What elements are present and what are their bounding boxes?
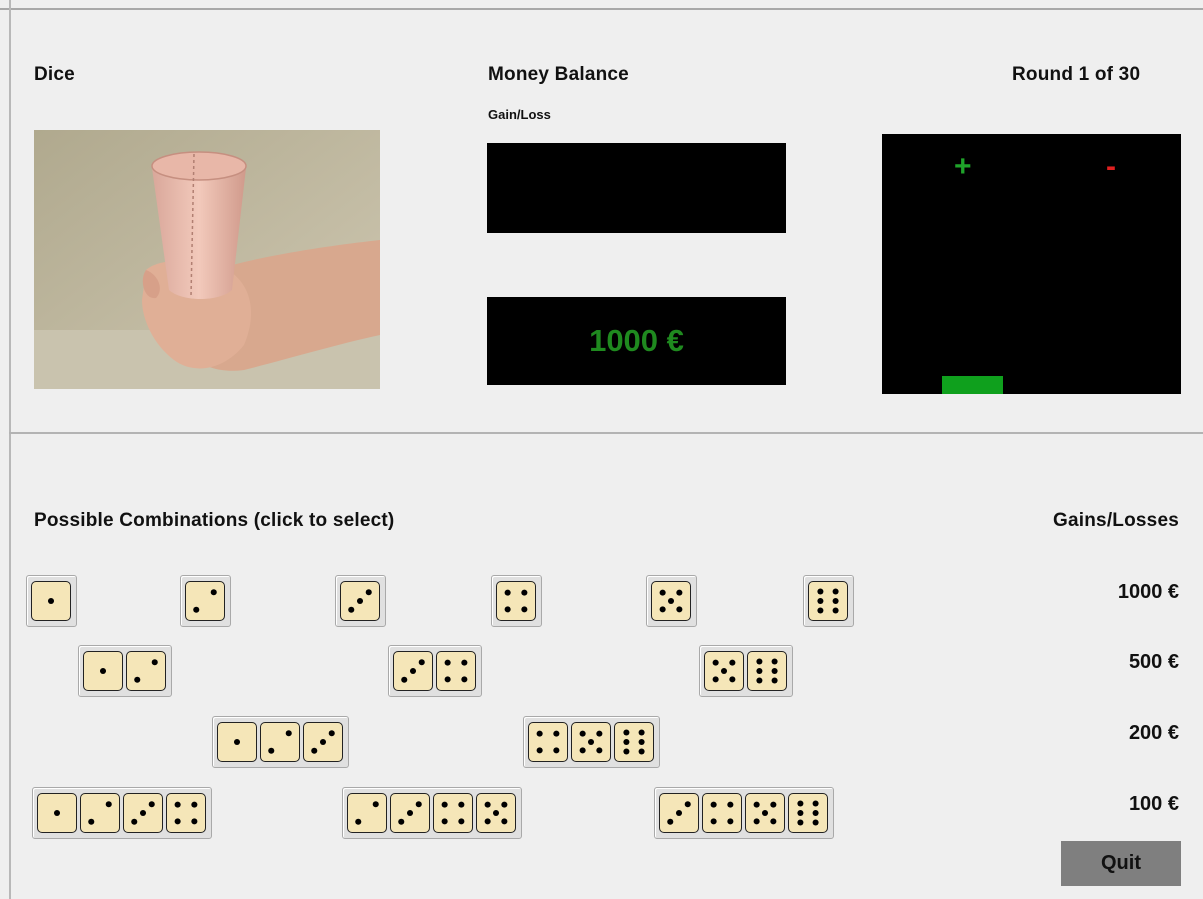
die-face-5 (651, 581, 691, 621)
combinations-heading: Possible Combinations (click to select) (34, 510, 395, 531)
combination-option[interactable] (803, 575, 854, 627)
die-face-5 (476, 793, 516, 833)
gain-value: 100 € (1128, 793, 1179, 815)
money-balance-heading: Money Balance (488, 64, 629, 85)
gain-value: 500 € (1128, 651, 1179, 673)
die-face-2 (185, 581, 225, 621)
die-face-3 (340, 581, 380, 621)
die-face-4 (166, 793, 206, 833)
die-face-3 (303, 722, 343, 762)
die-face-2 (347, 793, 387, 833)
dice-cup-photo (34, 130, 380, 389)
die-face-2 (260, 722, 300, 762)
round-indicator: Round 1 of 30 (1012, 64, 1141, 85)
left-border (9, 0, 11, 899)
combination-option[interactable] (699, 645, 793, 697)
gains-losses-heading: Gains/Losses (1053, 510, 1179, 531)
gain-loss-label: Gain/Loss (488, 107, 551, 122)
combination-option[interactable] (26, 575, 77, 627)
dice-heading: Dice (34, 64, 75, 85)
combination-option[interactable] (335, 575, 386, 627)
die-face-1 (37, 793, 77, 833)
die-face-3 (659, 793, 699, 833)
die-face-5 (571, 722, 611, 762)
die-face-6 (747, 651, 787, 691)
balance-bar (942, 376, 1003, 394)
top-border (0, 0, 1203, 10)
combination-option[interactable] (180, 575, 231, 627)
gain-loss-display (487, 143, 786, 233)
combination-option[interactable] (523, 716, 660, 768)
plus-sign: + (954, 150, 972, 183)
quit-button[interactable]: Quit (1061, 841, 1181, 886)
balance-graph: + - (882, 134, 1181, 394)
combination-option[interactable] (32, 787, 212, 839)
section-divider (9, 432, 1203, 434)
combination-option[interactable] (342, 787, 522, 839)
die-face-4 (436, 651, 476, 691)
die-face-3 (123, 793, 163, 833)
die-face-6 (614, 722, 654, 762)
combination-option[interactable] (388, 645, 482, 697)
combination-option[interactable] (491, 575, 542, 627)
die-face-4 (702, 793, 742, 833)
die-face-3 (390, 793, 430, 833)
balance-value: 1000 € (589, 323, 684, 358)
die-face-2 (126, 651, 166, 691)
gain-loss-value (487, 143, 786, 233)
combination-option[interactable] (646, 575, 697, 627)
dice-cup-image (34, 130, 380, 389)
die-face-1 (31, 581, 71, 621)
die-face-4 (433, 793, 473, 833)
gain-value: 1000 € (1117, 581, 1179, 603)
combination-option[interactable] (212, 716, 349, 768)
die-face-1 (217, 722, 257, 762)
balance-display: 1000 € (487, 297, 786, 385)
die-face-6 (808, 581, 848, 621)
minus-sign: - (1106, 150, 1116, 183)
die-face-1 (83, 651, 123, 691)
combination-option[interactable] (654, 787, 834, 839)
die-face-4 (496, 581, 536, 621)
die-face-3 (393, 651, 433, 691)
die-face-2 (80, 793, 120, 833)
die-face-5 (745, 793, 785, 833)
die-face-6 (788, 793, 828, 833)
combination-option[interactable] (78, 645, 172, 697)
die-face-4 (528, 722, 568, 762)
die-face-5 (704, 651, 744, 691)
gain-value: 200 € (1128, 722, 1179, 744)
